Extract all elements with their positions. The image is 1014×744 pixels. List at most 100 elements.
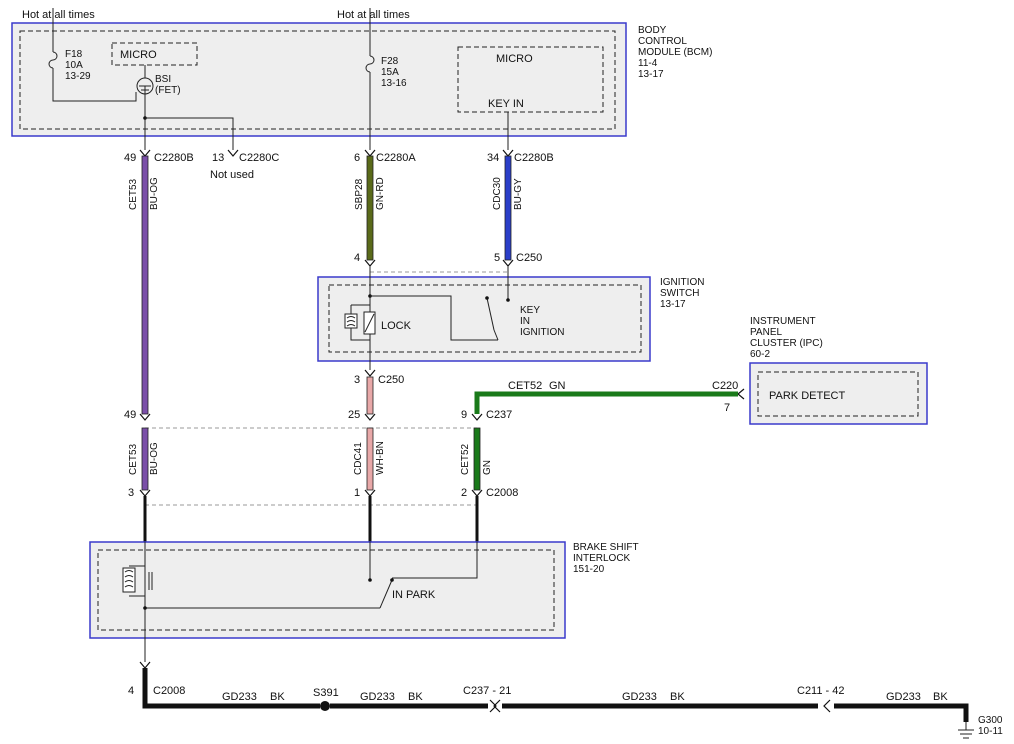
svg-text:C2280C: C2280C bbox=[239, 152, 279, 164]
svg-text:GD233: GD233 bbox=[360, 691, 395, 703]
svg-text:CDC30: CDC30 bbox=[492, 177, 503, 210]
svg-text:13-17: 13-17 bbox=[638, 69, 664, 80]
svg-text:BK: BK bbox=[670, 691, 685, 703]
svg-text:CDC41: CDC41 bbox=[353, 442, 364, 475]
in-park-label: IN PARK bbox=[392, 589, 436, 601]
svg-text:GN: GN bbox=[549, 380, 566, 392]
svg-text:11-4: 11-4 bbox=[638, 58, 658, 69]
svg-text:C237 - 21: C237 - 21 bbox=[463, 685, 511, 697]
svg-text:1: 1 bbox=[354, 487, 360, 499]
cet52-gn-label: CET52 bbox=[508, 380, 542, 392]
svg-text:2: 2 bbox=[461, 487, 467, 499]
not-used-label: Not used bbox=[210, 169, 254, 181]
svg-text:PANEL: PANEL bbox=[750, 327, 782, 338]
svg-text:CET53: CET53 bbox=[128, 178, 139, 210]
svg-text:(FET): (FET) bbox=[155, 85, 181, 96]
svg-text:13-16: 13-16 bbox=[381, 78, 407, 89]
svg-text:3: 3 bbox=[128, 487, 134, 499]
bcm-micro-left: MICRO bbox=[120, 49, 157, 61]
svg-text:13: 13 bbox=[212, 152, 224, 164]
svg-text:BU-GY: BU-GY bbox=[513, 178, 524, 210]
svg-text:4: 4 bbox=[128, 685, 134, 697]
wires-into-bsi bbox=[143, 496, 479, 542]
svg-text:CET53: CET53 bbox=[128, 443, 139, 475]
bcm-key-in: KEY IN bbox=[488, 98, 524, 110]
connector-c2280c: 13 C2280C Not used bbox=[210, 149, 279, 181]
connector-c237: 49 25 9 C237 bbox=[124, 409, 512, 429]
lock-label: LOCK bbox=[381, 320, 412, 332]
svg-text:BU-OG: BU-OG bbox=[149, 177, 160, 210]
svg-text:25: 25 bbox=[348, 409, 360, 421]
bcm-micro-right: MICRO bbox=[496, 53, 533, 65]
hot-at-all-times-center: Hot at all times bbox=[337, 9, 410, 21]
svg-text:C237: C237 bbox=[486, 409, 512, 421]
svg-text:49: 49 bbox=[124, 409, 136, 421]
svg-text:IGNITION: IGNITION bbox=[660, 277, 704, 288]
wire-cdc41-upper bbox=[366, 376, 374, 415]
wire-cet53-top bbox=[141, 155, 149, 415]
svg-text:G300: G300 bbox=[978, 715, 1003, 726]
ipc-module: INSTRUMENT PANEL CLUSTER (IPC) 60-2 PARK… bbox=[712, 316, 928, 425]
svg-text:SWITCH: SWITCH bbox=[660, 288, 699, 299]
svg-text:C2280B: C2280B bbox=[514, 152, 554, 164]
connector-c2280b-right: 34 C2280B bbox=[487, 149, 554, 164]
svg-text:49: 49 bbox=[124, 152, 136, 164]
svg-text:CET52: CET52 bbox=[460, 443, 471, 475]
svg-text:13-17: 13-17 bbox=[660, 299, 686, 310]
svg-text:BK: BK bbox=[933, 691, 948, 703]
svg-text:7: 7 bbox=[724, 402, 730, 414]
svg-text:BU-OG: BU-OG bbox=[149, 442, 160, 475]
splice-s391 bbox=[320, 701, 330, 711]
svg-text:IN: IN bbox=[520, 316, 530, 327]
svg-text:BRAKE SHIFT: BRAKE SHIFT bbox=[573, 542, 639, 553]
ignition-switch: 4 5 C250 IGNITION SWITCH 13-17 LOCK KEY … bbox=[317, 252, 704, 386]
wiring-diagram: MICRO MICRO KEY IN BODY CONTROL MODULE (… bbox=[11, 8, 1003, 739]
svg-text:C220: C220 bbox=[712, 380, 738, 392]
svg-text:GD233: GD233 bbox=[622, 691, 657, 703]
svg-text:BK: BK bbox=[408, 691, 423, 703]
svg-text:10-11: 10-11 bbox=[978, 726, 1003, 737]
svg-text:C2008: C2008 bbox=[153, 685, 185, 697]
wire-labels-top: CET53 BU-OG SBP28 GN-RD CDC30 BU-GY bbox=[128, 177, 524, 210]
svg-text:C2008: C2008 bbox=[486, 487, 518, 499]
ignition-title: IGNITION SWITCH 13-17 bbox=[660, 277, 704, 310]
wire-cdc41-mid bbox=[366, 427, 374, 491]
svg-text:C250: C250 bbox=[516, 252, 542, 264]
hot-at-all-times-left: Hot at all times bbox=[22, 9, 95, 21]
wire-sbp28 bbox=[366, 155, 374, 261]
bcm-module: MICRO MICRO KEY IN BODY CONTROL MODULE (… bbox=[11, 22, 712, 137]
svg-text:IGNITION: IGNITION bbox=[520, 327, 564, 338]
svg-text:15A: 15A bbox=[381, 67, 399, 78]
svg-text:GN-RD: GN-RD bbox=[375, 177, 386, 210]
ground-symbol bbox=[958, 722, 974, 739]
ground-circuit: 4 C2008 GD233 BK S391 GD233 BK C237 - 21… bbox=[128, 661, 1003, 739]
wire-cdc30 bbox=[504, 155, 512, 261]
svg-text:GD233: GD233 bbox=[886, 691, 921, 703]
svg-text:13-29: 13-29 bbox=[65, 71, 91, 82]
svg-text:4: 4 bbox=[354, 252, 360, 264]
svg-text:INSTRUMENT: INSTRUMENT bbox=[750, 316, 816, 327]
svg-text:CONTROL: CONTROL bbox=[638, 36, 687, 47]
wire-cet52-mid bbox=[473, 427, 481, 491]
svg-text:BK: BK bbox=[270, 691, 285, 703]
svg-text:BSI: BSI bbox=[155, 74, 171, 85]
ipc-title: INSTRUMENT PANEL CLUSTER (IPC) 60-2 bbox=[750, 316, 823, 360]
svg-text:F28: F28 bbox=[381, 56, 399, 67]
svg-text:SBP28: SBP28 bbox=[354, 178, 365, 210]
svg-text:34: 34 bbox=[487, 152, 499, 164]
wire-cet52-ipc bbox=[474, 391, 738, 414]
svg-text:BODY: BODY bbox=[638, 25, 667, 36]
svg-text:C2280B: C2280B bbox=[154, 152, 194, 164]
svg-text:6: 6 bbox=[354, 152, 360, 164]
svg-text:GN: GN bbox=[482, 460, 493, 475]
svg-text:10A: 10A bbox=[65, 60, 83, 71]
svg-text:CLUSTER (IPC): CLUSTER (IPC) bbox=[750, 338, 823, 349]
park-detect-label: PARK DETECT bbox=[769, 390, 845, 402]
connector-c2280a: 6 C2280A bbox=[354, 149, 416, 164]
bsi-title: BRAKE SHIFT INTERLOCK 151-20 bbox=[573, 542, 639, 575]
svg-text:MODULE (BCM): MODULE (BCM) bbox=[638, 47, 712, 58]
brake-shift-interlock: BRAKE SHIFT INTERLOCK 151-20 IN PARK bbox=[89, 541, 639, 662]
svg-text:5: 5 bbox=[494, 252, 500, 264]
connector-c2280b-left: 49 C2280B bbox=[124, 149, 194, 164]
svg-text:C2280A: C2280A bbox=[376, 152, 416, 164]
